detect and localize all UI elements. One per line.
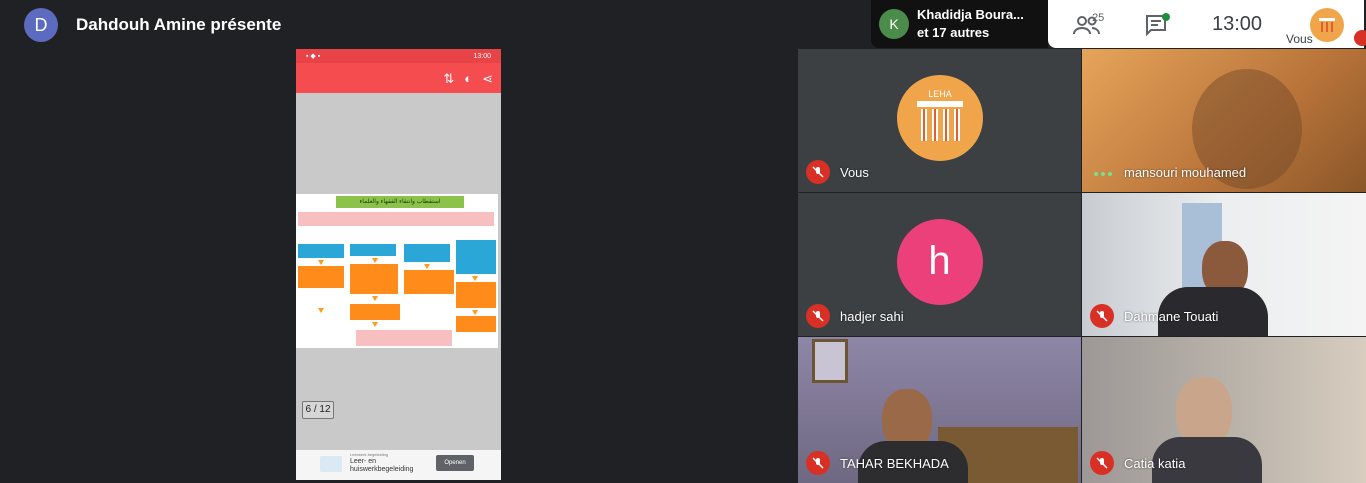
flow-box [350,304,400,320]
speaker-name: Khadidja Boura... [917,7,1024,22]
ad-title-line1: Leer- en [350,458,377,465]
talking-indicator [1094,172,1112,176]
presenter-banner: D Dahdouh Amine présente [24,8,281,42]
mic-off-icon [1354,30,1366,46]
participant-tile-video[interactable]: Catia katia [1082,337,1366,483]
mic-off-icon [1090,451,1114,475]
participant-initial-avatar: h [896,218,983,305]
phone-status-bar: ▪ ◆ ▪ 13:00 [296,49,501,63]
speaker-others: et 17 autres [917,25,990,40]
participant-tile-video[interactable]: mansouri mouhamed [1082,49,1366,192]
mic-off-icon [806,304,830,328]
ad-open-button[interactable]: Openen [436,455,474,471]
video-picture-frame [812,339,848,383]
flow-box [298,266,344,288]
flow-arrow [372,296,378,301]
sort-arrows-icon[interactable]: ⇅ [443,72,454,85]
flow-arrow [372,258,378,263]
flow-arrow [318,308,324,313]
flow-box [350,244,396,256]
flow-box [298,244,344,258]
mic-off-icon [806,160,830,184]
top-right-bar: K Khadidja Boura... et 17 autres 25 13:0… [871,0,1366,48]
document-page: استقطاب وانتقاء الفقهاء والعلماء [296,194,498,348]
svg-text:LEHA: LEHA [928,89,952,99]
participant-tile-video[interactable]: TAHAR BEKHADA [798,337,1081,483]
ad-title: Leer- en huiswerkbegeleiding [350,458,413,474]
ad-logo [320,456,342,472]
flow-box [356,330,452,346]
presenter-avatar[interactable]: D [24,8,58,42]
flow-box [456,240,496,274]
participant-name: Vous [840,165,869,180]
flow-box [456,316,496,332]
flow-arrow [372,322,378,327]
flow-arrow [472,276,478,281]
clock: 13:00 [1212,13,1263,35]
flow-box [404,270,454,294]
brightness-icon[interactable]: ◐ [464,72,472,85]
flow-arrow [318,260,324,265]
participant-tile-initial[interactable]: h hadjer sahi [798,193,1081,336]
participant-tile-video[interactable]: Dahmane Touati [1082,193,1366,336]
meeting-stage: D Dahdouh Amine présente K Khadidja Bour… [0,0,1366,483]
page-indicator: 6 / 12 [302,401,334,419]
shared-screen[interactable]: ▪ ◆ ▪ 13:00 ⇅ ◐ ⋖ استقطاب وانتقاء الفقها… [296,49,501,480]
participant-name: hadjer sahi [840,309,904,324]
chat-notification-dot [1162,13,1170,21]
mic-off-icon [806,451,830,475]
active-speaker-pill[interactable]: K Khadidja Boura... et 17 autres [871,0,1048,48]
status-icons: ▪ ◆ ▪ [306,53,321,60]
share-icon[interactable]: ⋖ [482,72,493,85]
flow-box [456,282,496,308]
column-logo-icon [1319,18,1335,32]
ad-title-line2: huiswerkbegeleiding [350,466,414,473]
status-time: 13:00 [473,52,491,60]
flow-box [404,244,450,262]
participant-name: TAHAR BEKHADA [840,456,949,471]
column-logo-icon: LEHA [916,89,963,141]
speaker-avatar: K [879,9,909,39]
participant-count: 25 [1092,12,1105,24]
flow-box [350,264,398,294]
participant-name: Dahmane Touati [1124,309,1219,324]
participant-tile-self[interactable]: LEHA Vous [798,49,1081,192]
flow-arrow [424,264,430,269]
doc-intro-box [298,212,494,226]
ad-banner[interactable]: Leerwerk begeleiding Leer- en huiswerkbe… [296,450,501,480]
app-toolbar: ⇅ ◐ ⋖ [296,63,501,93]
flow-arrow [472,310,478,315]
presenter-label: Dahdouh Amine présente [76,15,282,34]
doc-title: استقطاب وانتقاء الفقهاء والعلماء [336,196,464,208]
participant-name: Catia katia [1124,456,1186,471]
self-label: Vous [1286,32,1313,46]
mic-off-icon [1090,304,1114,328]
participant-name: mansouri mouhamed [1124,165,1247,180]
self-thumbnail[interactable] [1310,8,1344,42]
self-logo-avatar: LEHA [896,74,983,161]
meeting-controls: 25 13:00 Vous [1048,0,1366,48]
ad-brand: Leerwerk begeleiding [350,452,389,457]
